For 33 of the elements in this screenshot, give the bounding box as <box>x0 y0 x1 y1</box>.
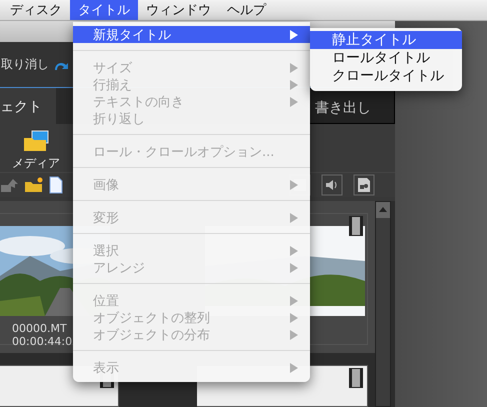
menu-item[interactable]: 新規タイトル <box>73 26 310 43</box>
menu-item[interactable]: クロールタイトル <box>310 67 462 85</box>
menu-item[interactable]: ロールタイトル <box>310 49 462 67</box>
scroll-up-icon[interactable] <box>376 202 390 218</box>
speaker-icon[interactable] <box>321 174 343 196</box>
shapes-icon[interactable] <box>353 174 375 196</box>
new-folder-icon[interactable] <box>24 177 44 194</box>
folder-icon <box>23 130 49 152</box>
menu-item-label: 折り返し <box>93 110 146 128</box>
media-button[interactable]: メディア <box>12 130 60 172</box>
scrollbar[interactable] <box>375 201 391 407</box>
undo-button[interactable]: 取り消し <box>1 56 49 73</box>
menu-item-label: テキストの向き <box>93 94 185 110</box>
menu-item-label: 新規タイトル <box>93 26 172 44</box>
menu-item-label: 選択 <box>93 242 120 260</box>
new-file-icon[interactable] <box>48 176 64 194</box>
film-icon <box>349 368 363 388</box>
menu-item-label: 行揃え <box>93 76 133 94</box>
clip-duration: 00:00:44:0 <box>12 335 72 348</box>
export-icon[interactable] <box>0 177 20 194</box>
menu-item-label: 画像 <box>93 176 120 194</box>
menu-bar-item[interactable]: ヘルプ <box>219 0 274 20</box>
menu-bar-item[interactable]: タイトル <box>70 0 138 20</box>
menu-bar-item[interactable]: ウィンドウ <box>138 0 219 20</box>
menu-item-label: 位置 <box>93 292 120 310</box>
tab[interactable]: ェクト <box>0 88 56 124</box>
menu-item-label: ロール・クロールオプション... <box>93 144 276 160</box>
film-icon <box>349 216 363 236</box>
menu-item-label: 表示 <box>93 360 120 376</box>
menu-item[interactable]: 静止タイトル <box>310 31 462 49</box>
clip-name: 00000.MT <box>12 322 67 335</box>
menu-bar-item[interactable]: ディスク <box>2 0 70 20</box>
menu-item-label: サイズ <box>93 60 133 76</box>
